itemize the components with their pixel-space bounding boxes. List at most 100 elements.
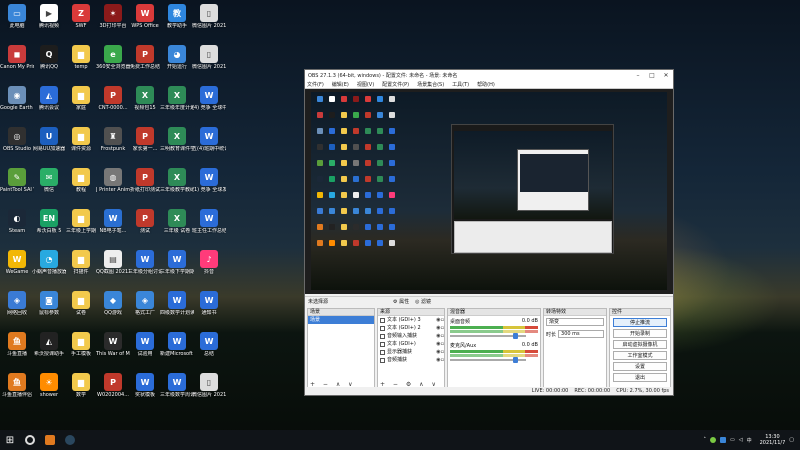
exit-button[interactable]: 退出 bbox=[613, 373, 667, 382]
desktop-icon[interactable]: ▯微信图片 2021041... bbox=[192, 371, 226, 409]
desktop-icon[interactable]: W(4) 竞争 全球中国教育 bbox=[192, 84, 226, 122]
desktop-icon[interactable]: P 家长第一... bbox=[128, 125, 162, 163]
lock-icon[interactable]: ▫ bbox=[441, 340, 444, 348]
virtual-camera-button[interactable]: 启动虚拟摄像机 bbox=[613, 340, 667, 349]
taskbar-obs[interactable] bbox=[20, 430, 40, 450]
settings-button[interactable]: 设置 bbox=[613, 362, 667, 371]
desktop-icon[interactable]: W WPS Office bbox=[128, 2, 162, 40]
desktop-icon[interactable]: W四级数学计划读书卡 bbox=[160, 289, 194, 327]
volume-slider[interactable] bbox=[450, 333, 526, 339]
scene-item[interactable]: 场景 bbox=[308, 316, 374, 324]
desktop-icon[interactable]: U 网易UU加速器 bbox=[32, 125, 66, 163]
source-item[interactable]: 音频输入捕获 ◉ ▫ bbox=[378, 332, 444, 340]
start-button[interactable]: ⊞ bbox=[0, 430, 20, 450]
desktop-icon[interactable]: ▆ 试卷 bbox=[64, 289, 98, 327]
lock-icon[interactable]: ▫ bbox=[441, 356, 444, 364]
desktop-icon[interactable]: ▆ 教程 bbox=[64, 166, 98, 204]
desktop-icon[interactable]: ◉Google Earth Pro bbox=[0, 84, 34, 122]
tray-app-icon[interactable] bbox=[710, 437, 717, 443]
desktop-icon[interactable]: ▆ 数学 bbox=[64, 371, 98, 409]
desktop-icon[interactable]: WThis War of Mine bbox=[96, 330, 130, 368]
source-item[interactable]: 音频捕获 ◉ ▫ bbox=[378, 356, 444, 364]
desktop-icon[interactable]: ◆ QQ游戏 bbox=[96, 289, 130, 327]
desktop-icon[interactable]: ▆ temp bbox=[64, 43, 98, 81]
volume-slider[interactable] bbox=[450, 357, 526, 363]
desktop-icon[interactable]: P 测试 bbox=[128, 207, 162, 245]
taskbar-app[interactable] bbox=[40, 430, 60, 450]
properties-button[interactable]: ⚙ 属性 bbox=[393, 298, 409, 305]
desktop-icon[interactable]: ▶ 腾讯视频 bbox=[32, 2, 66, 40]
desktop-icon[interactable]: X 视频包15 bbox=[128, 84, 162, 122]
desktop-icon[interactable]: ▆ 三年级上学期 bbox=[64, 207, 98, 245]
desktop-icon[interactable]: ◕ 开始运行 bbox=[160, 43, 194, 81]
desktop-icon[interactable]: X 三年级 试卷 bbox=[160, 207, 194, 245]
desktop-icon[interactable]: W(1) 竞争 全球发展 bbox=[192, 166, 226, 204]
desktop-icon[interactable]: EN 希沃白板 5 bbox=[32, 207, 66, 245]
lock-icon[interactable]: ▫ bbox=[441, 348, 444, 356]
desktop-icon[interactable]: ▯微信图片 202104... bbox=[192, 2, 226, 40]
desktop-icon[interactable]: ✶ 3D打印平台 bbox=[96, 2, 130, 40]
desktop-icon[interactable]: W 试验用 bbox=[128, 330, 162, 368]
desktop-icon[interactable]: ◙ 鼠标参数 bbox=[32, 289, 66, 327]
desktop-icon[interactable]: X 三年级年度计划 bbox=[160, 84, 194, 122]
desktop-icon[interactable]: ◼Canon My Printer bbox=[0, 43, 34, 81]
desktop-icon[interactable]: W 三年级分组讨论 bbox=[128, 248, 162, 286]
source-item[interactable]: 显示器捕获 ◉ ▫ bbox=[378, 348, 444, 356]
volume-icon[interactable]: ◁ bbox=[739, 437, 743, 443]
desktop-icon[interactable]: W NB电子笔... bbox=[96, 207, 130, 245]
clock[interactable]: 13:30 2021/11/7 bbox=[760, 434, 786, 446]
menu-help[interactable]: 帮助(H) bbox=[477, 81, 495, 88]
desktop-icon[interactable]: ✉ 微信 bbox=[32, 166, 66, 204]
source-item[interactable]: 文本 (GDI+) ◉ ▫ bbox=[378, 340, 444, 348]
desktop-icon[interactable]: W 班主任工作总结 bbox=[192, 207, 226, 245]
desktop-icon[interactable]: W新建Microsoft Word bbox=[160, 330, 194, 368]
obs-titlebar[interactable]: OBS 27.1.3 (64-bit, windows) - 配置文件: 未命名… bbox=[305, 70, 673, 80]
menu-edit[interactable]: 编辑(E) bbox=[332, 81, 349, 88]
desktop-icon[interactable]: W WeGame bbox=[0, 248, 34, 286]
desktop-icon[interactable]: W五(4)班期中统计成绩 bbox=[192, 125, 226, 163]
source-item[interactable]: 文本 (GDI+) 2 ◉ ▫ bbox=[378, 324, 444, 332]
network-icon[interactable]: ▭ bbox=[730, 437, 735, 443]
desktop-icon[interactable]: P 折纸打印测试 bbox=[128, 166, 162, 204]
maximize-icon[interactable]: □ bbox=[645, 72, 659, 79]
desktop-icon[interactable]: W 总结 bbox=[192, 330, 226, 368]
menu-scene-collection[interactable]: 场景集合(S) bbox=[417, 81, 444, 88]
desktop-icon[interactable]: ✎PaintTool SAI Ver.1 bbox=[0, 166, 34, 204]
desktop-icon[interactable]: e 360安全浏览器 bbox=[96, 43, 130, 81]
lock-icon[interactable]: ▫ bbox=[441, 324, 444, 332]
desktop-icon[interactable]: 鱼斗鱼直播 bbox=[0, 330, 34, 368]
menu-view[interactable]: 视图(V) bbox=[357, 81, 374, 88]
lock-icon[interactable]: ▫ bbox=[441, 332, 444, 340]
menu-profile[interactable]: 配置文件(P) bbox=[382, 81, 409, 88]
desktop-icon[interactable]: ♜ Frostpunk bbox=[96, 125, 130, 163]
transition-type-select[interactable]: 渐变 bbox=[546, 318, 604, 326]
desktop-icon[interactable]: Q 腾讯QQ bbox=[32, 43, 66, 81]
input-language[interactable]: 中 bbox=[747, 437, 752, 444]
desktop-icon[interactable]: W 奖状模板 bbox=[128, 371, 162, 409]
desktop-icon[interactable]: ♪ 抖音 bbox=[192, 248, 226, 286]
desktop-icon[interactable]: ▆ 家庭 bbox=[64, 84, 98, 122]
filters-button[interactable]: ◎ 滤镜 bbox=[415, 298, 431, 305]
close-icon[interactable]: ✕ bbox=[659, 72, 673, 79]
desktop-icon[interactable]: W三年级下学期期末 bbox=[160, 248, 194, 286]
desktop-icon[interactable]: X三明教育课件学生练习 bbox=[160, 125, 194, 163]
desktop-icon[interactable]: ☀ shower bbox=[32, 371, 66, 409]
tray-chevron-icon[interactable]: ˄ bbox=[704, 437, 707, 443]
desktop-icon[interactable]: ▆ 扫描件 bbox=[64, 248, 98, 286]
desktop-icon[interactable]: ◈ 格式工厂 bbox=[128, 289, 162, 327]
desktop-icon[interactable]: P W0202004... bbox=[96, 371, 130, 409]
obs-window[interactable]: OBS 27.1.3 (64-bit, windows) - 配置文件: 未命名… bbox=[304, 69, 674, 396]
desktop-icon[interactable]: ▯微信图片 202104... bbox=[192, 43, 226, 81]
desktop-icon[interactable]: ◭ 腾讯会议 bbox=[32, 84, 66, 122]
desktop-icon[interactable]: ◐ Steam bbox=[0, 207, 34, 245]
desktop-icon[interactable]: X 三年级教学教研 bbox=[160, 166, 194, 204]
desktop-icon[interactable]: ▭ 此电脑 bbox=[0, 2, 34, 40]
desktop-icon[interactable]: P 免费工作总结 bbox=[128, 43, 162, 81]
desktop-icon[interactable]: ◍J Printer Anime... bbox=[96, 166, 130, 204]
desktop-icon[interactable]: ▆ 手工模板 bbox=[64, 330, 98, 368]
taskbar-steam[interactable] bbox=[60, 430, 80, 450]
duration-input[interactable]: 300 ms bbox=[558, 330, 604, 338]
studio-mode-button[interactable]: 工作室模式 bbox=[613, 351, 667, 360]
desktop-icon[interactable]: P CNT-0000... bbox=[96, 84, 130, 122]
source-item[interactable]: 文本 (GDI+) 3 ◉ ▫ bbox=[378, 316, 444, 324]
